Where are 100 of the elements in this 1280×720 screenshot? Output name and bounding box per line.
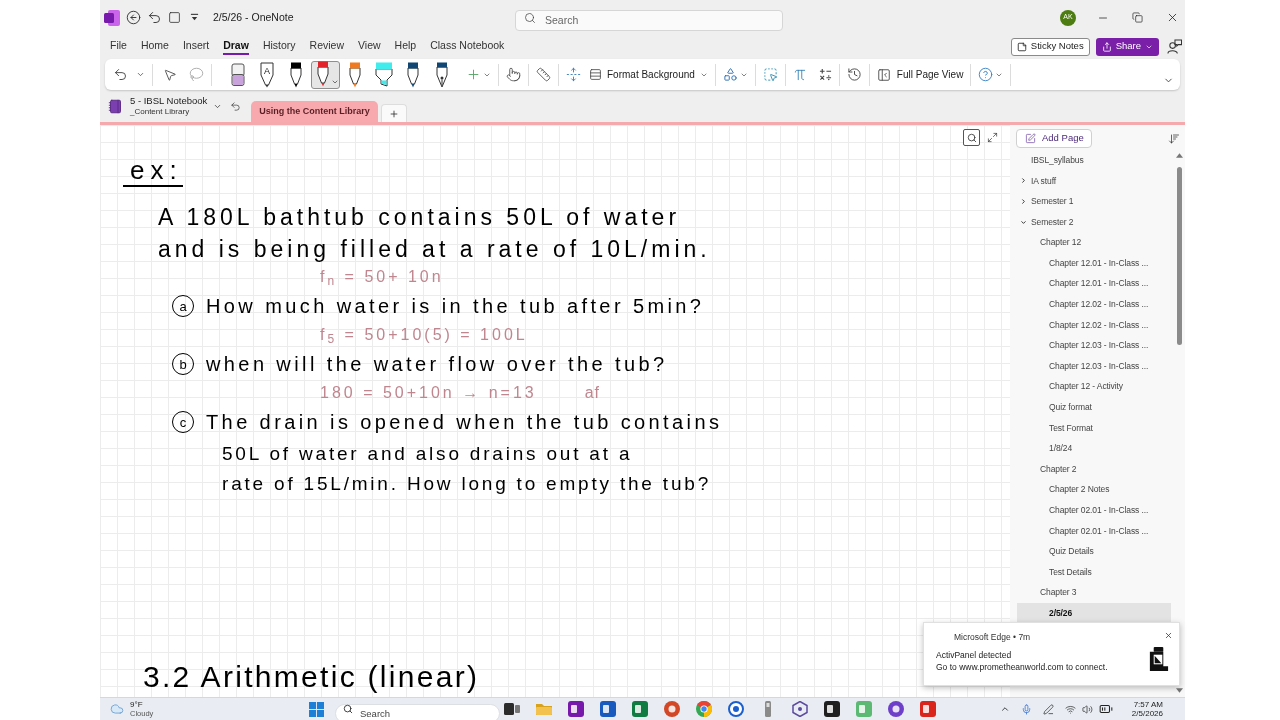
page-item[interactable]: Chapter 12.03 - In-Class ... (1017, 335, 1171, 356)
pen-icon[interactable] (405, 61, 420, 88)
browser-icon[interactable] (696, 701, 712, 717)
share-button[interactable]: Share (1095, 37, 1159, 56)
close-icon[interactable] (1166, 11, 1179, 24)
clock-time[interactable]: 7:57 AM (1133, 700, 1163, 709)
wifi-icon[interactable] (1064, 703, 1076, 715)
menu-tab[interactable]: View (358, 38, 381, 55)
menu-tab[interactable]: Help (394, 38, 417, 55)
help-icon[interactable] (978, 67, 994, 82)
battery-icon[interactable] (1098, 702, 1113, 716)
page-item[interactable]: Test Format (1017, 417, 1171, 439)
app-tile-icon[interactable] (568, 701, 584, 717)
page-item[interactable]: Chapter 3 (1017, 582, 1171, 604)
windows-logo-icon[interactable] (309, 701, 324, 717)
section-tab[interactable]: Using the Content Library (251, 101, 378, 122)
clock-date[interactable]: 2/5/2026 (1131, 709, 1163, 718)
microphone-icon[interactable] (1020, 703, 1032, 715)
restore-icon[interactable] (1132, 12, 1143, 23)
fountain-pen-icon[interactable] (434, 61, 449, 88)
menu-tab[interactable]: Class Notebook (430, 38, 505, 55)
scrollbar-thumb[interactable] (1176, 167, 1182, 345)
app-circle-icon[interactable] (664, 701, 680, 717)
menu-tab[interactable]: File (110, 38, 127, 55)
notebook-icon[interactable] (108, 98, 123, 114)
chevron-down-icon[interactable] (136, 70, 145, 79)
app-tile-icon[interactable] (856, 701, 872, 717)
section-group-name[interactable]: _Content Library (130, 106, 208, 117)
notebook-name[interactable]: 5 - IBSL Notebook (130, 95, 208, 106)
menu-tab[interactable]: History (262, 38, 296, 55)
page-item[interactable]: 2/5/26 (1017, 603, 1171, 624)
undo-icon[interactable] (147, 10, 162, 25)
task-view-icon[interactable] (504, 701, 520, 717)
page-item[interactable]: IA stuff (1017, 170, 1171, 192)
speaker-icon[interactable] (1081, 703, 1093, 715)
pi-icon[interactable] (792, 67, 807, 82)
search-icon (524, 11, 536, 24)
page-item[interactable]: Semester 2 (1017, 211, 1171, 233)
add-page-button[interactable]: Add Page (1016, 129, 1092, 148)
pen-icon[interactable] (288, 61, 303, 88)
app-circle-icon[interactable] (888, 701, 904, 717)
square-icon[interactable] (168, 11, 181, 24)
chevron-up-icon[interactable] (999, 704, 1010, 714)
back-arrow-icon[interactable] (230, 100, 242, 112)
page-item[interactable]: Quiz format (1017, 397, 1171, 418)
ruler-icon[interactable] (536, 67, 551, 82)
sticky-notes-button[interactable]: Sticky Notes (1010, 37, 1090, 56)
undo-icon[interactable] (113, 67, 128, 82)
finger-icon[interactable] (506, 67, 521, 82)
menu-tab[interactable]: Review (309, 38, 344, 55)
menu-tab[interactable]: Draw (223, 38, 249, 55)
page-item[interactable]: Chapter 12.02 - In-Class ... (1017, 294, 1171, 315)
sort-icon[interactable] (1168, 132, 1180, 145)
customize-dropdown-icon[interactable] (190, 13, 199, 22)
taskbar-search-field[interactable]: Search (335, 703, 500, 720)
expand-icon[interactable] (987, 132, 998, 143)
search-field[interactable]: Search (515, 9, 783, 31)
back-icon[interactable] (126, 10, 141, 25)
replay-icon[interactable] (846, 67, 862, 82)
page-item[interactable]: Chapter 12.01 - In-Class ... (1017, 273, 1171, 295)
scroll-up-arrow-icon[interactable] (1175, 153, 1183, 158)
page-item[interactable]: Chapter 12.02 - In-Class ... (1017, 314, 1171, 336)
format-background-button[interactable]: Format Background (589, 67, 708, 82)
page-item[interactable]: Chapter 12 - Activity (1017, 376, 1171, 398)
menu-tab[interactable]: Home (140, 38, 169, 55)
page-item[interactable]: Chapter 12.03 - In-Class ... (1017, 355, 1171, 377)
spacing-icon[interactable] (566, 67, 581, 82)
page-item[interactable]: Chapter 2 (1017, 458, 1171, 480)
app-tile-icon[interactable] (920, 701, 936, 717)
eraser-icon[interactable] (230, 62, 245, 87)
close-icon[interactable] (1164, 631, 1173, 640)
hexagon-icon[interactable] (792, 701, 808, 717)
shapes-icon[interactable] (722, 67, 738, 82)
page-item[interactable]: Semester 1 (1017, 191, 1171, 212)
app-tile-icon[interactable] (600, 701, 616, 717)
page-item[interactable]: Chapter 02.01 - In-Class ... (1017, 520, 1171, 542)
text-pen-icon[interactable]: A (258, 61, 275, 88)
highlighter-icon[interactable] (374, 61, 393, 88)
page-item[interactable]: Chapter 2 Notes (1017, 479, 1171, 501)
menu-tab[interactable]: Insert (182, 38, 210, 55)
pen-button[interactable] (310, 60, 340, 89)
add-section-button[interactable] (380, 104, 407, 122)
page-item[interactable]: IBSL_syllabus (1017, 150, 1171, 171)
full-page-view-button[interactable]: Full Page View (876, 67, 964, 82)
scroll-down-arrow-icon[interactable] (1175, 688, 1183, 693)
page-item[interactable]: Test Details (1017, 561, 1171, 583)
page-item[interactable]: Chapter 12 (1017, 232, 1171, 253)
person-speech-icon[interactable] (1167, 39, 1182, 54)
app-tile-icon[interactable] (632, 701, 648, 717)
pointer-icon[interactable] (163, 67, 177, 82)
page-item[interactable]: 1/8/24 (1017, 438, 1171, 459)
page-item[interactable]: Quiz Details (1017, 541, 1171, 562)
app-tile-icon[interactable] (824, 701, 840, 717)
search-button[interactable] (963, 129, 980, 146)
page-item[interactable]: Chapter 02.01 - In-Class ... (1017, 500, 1171, 521)
app-ring-icon[interactable] (728, 701, 744, 717)
add-pen-icon[interactable] (466, 67, 481, 82)
dashed-select-icon[interactable] (762, 67, 778, 82)
math-operators-icon[interactable] (818, 68, 832, 81)
page-item[interactable]: Chapter 12.01 - In-Class ... (1017, 252, 1171, 274)
